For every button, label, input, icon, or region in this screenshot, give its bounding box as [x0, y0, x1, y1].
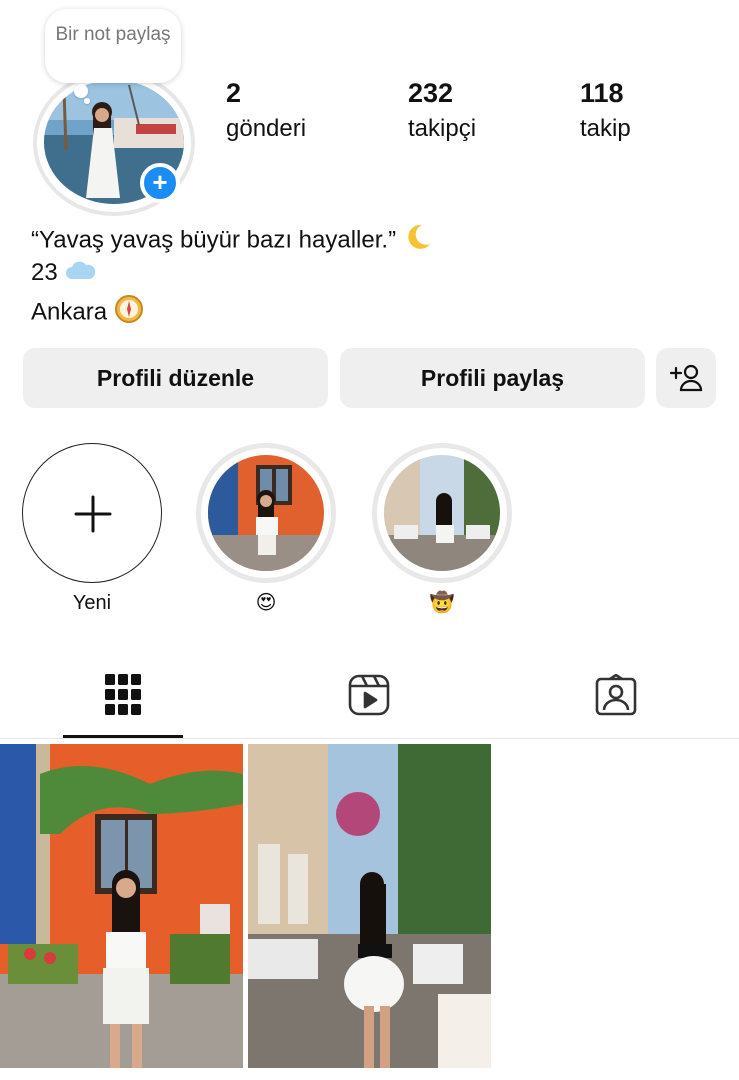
bio-city: Ankara — [31, 298, 108, 326]
crescent-moon-icon — [403, 222, 433, 260]
compass-icon — [114, 294, 144, 332]
stat-posts[interactable]: 2 gönderi — [226, 76, 306, 144]
stat-following[interactable]: 118 takip — [580, 76, 631, 144]
bio-line-1: “Yavaş yavaş büyür bazı hayaller.” — [31, 222, 433, 260]
highlight-2-cover — [384, 455, 500, 571]
reels-icon — [348, 674, 390, 721]
stat-posts-value: 2 — [226, 78, 242, 108]
stat-followers-value: 232 — [408, 78, 454, 108]
highlight-1[interactable] — [196, 443, 336, 583]
highlight-label-cowboy: 🤠 — [429, 592, 455, 614]
share-profile-button[interactable]: Profili paylaş — [340, 348, 645, 408]
stat-followers[interactable]: 232 takipçi — [408, 76, 476, 144]
highlight-1-cover — [208, 455, 324, 571]
tab-posts[interactable] — [93, 666, 153, 726]
tagged-icon — [595, 673, 637, 721]
edit-profile-button[interactable]: Profili düzenle — [23, 348, 328, 408]
stat-following-value: 118 — [580, 78, 624, 108]
add-person-icon — [669, 364, 703, 397]
note-text: Bir not paylaş — [55, 24, 171, 45]
note-tail-dot — [74, 84, 88, 98]
highlight-label-heart-eyes: 😍 — [255, 592, 277, 614]
note-tail-dot-small — [84, 98, 90, 104]
cloud-icon — [64, 259, 96, 289]
highlight-label-new: Yeni — [72, 592, 112, 614]
plus-icon — [74, 495, 112, 538]
add-story-button[interactable]: + — [140, 163, 180, 203]
new-highlight-button[interactable] — [22, 443, 162, 583]
stat-following-label: takip — [580, 115, 631, 142]
post-thumbnail[interactable] — [248, 744, 491, 1068]
tab-tagged[interactable] — [586, 666, 646, 726]
discover-people-button[interactable] — [656, 348, 716, 408]
grid-icon — [105, 674, 141, 721]
bio-age: 23 — [31, 259, 58, 286]
stat-followers-label: takipçi — [408, 115, 477, 142]
tab-divider — [0, 738, 739, 739]
note-bubble[interactable]: Bir not paylaş — [45, 9, 181, 83]
stat-posts-label: gönderi — [226, 115, 307, 142]
bio-line-2: 23 — [31, 258, 96, 289]
tab-reels[interactable] — [339, 666, 399, 726]
bio-quote: “Yavaş yavaş büyür bazı hayaller.” — [31, 226, 397, 254]
post-thumbnail[interactable] — [0, 744, 243, 1068]
highlight-2[interactable] — [372, 443, 512, 583]
bio-line-3: Ankara — [31, 294, 144, 332]
